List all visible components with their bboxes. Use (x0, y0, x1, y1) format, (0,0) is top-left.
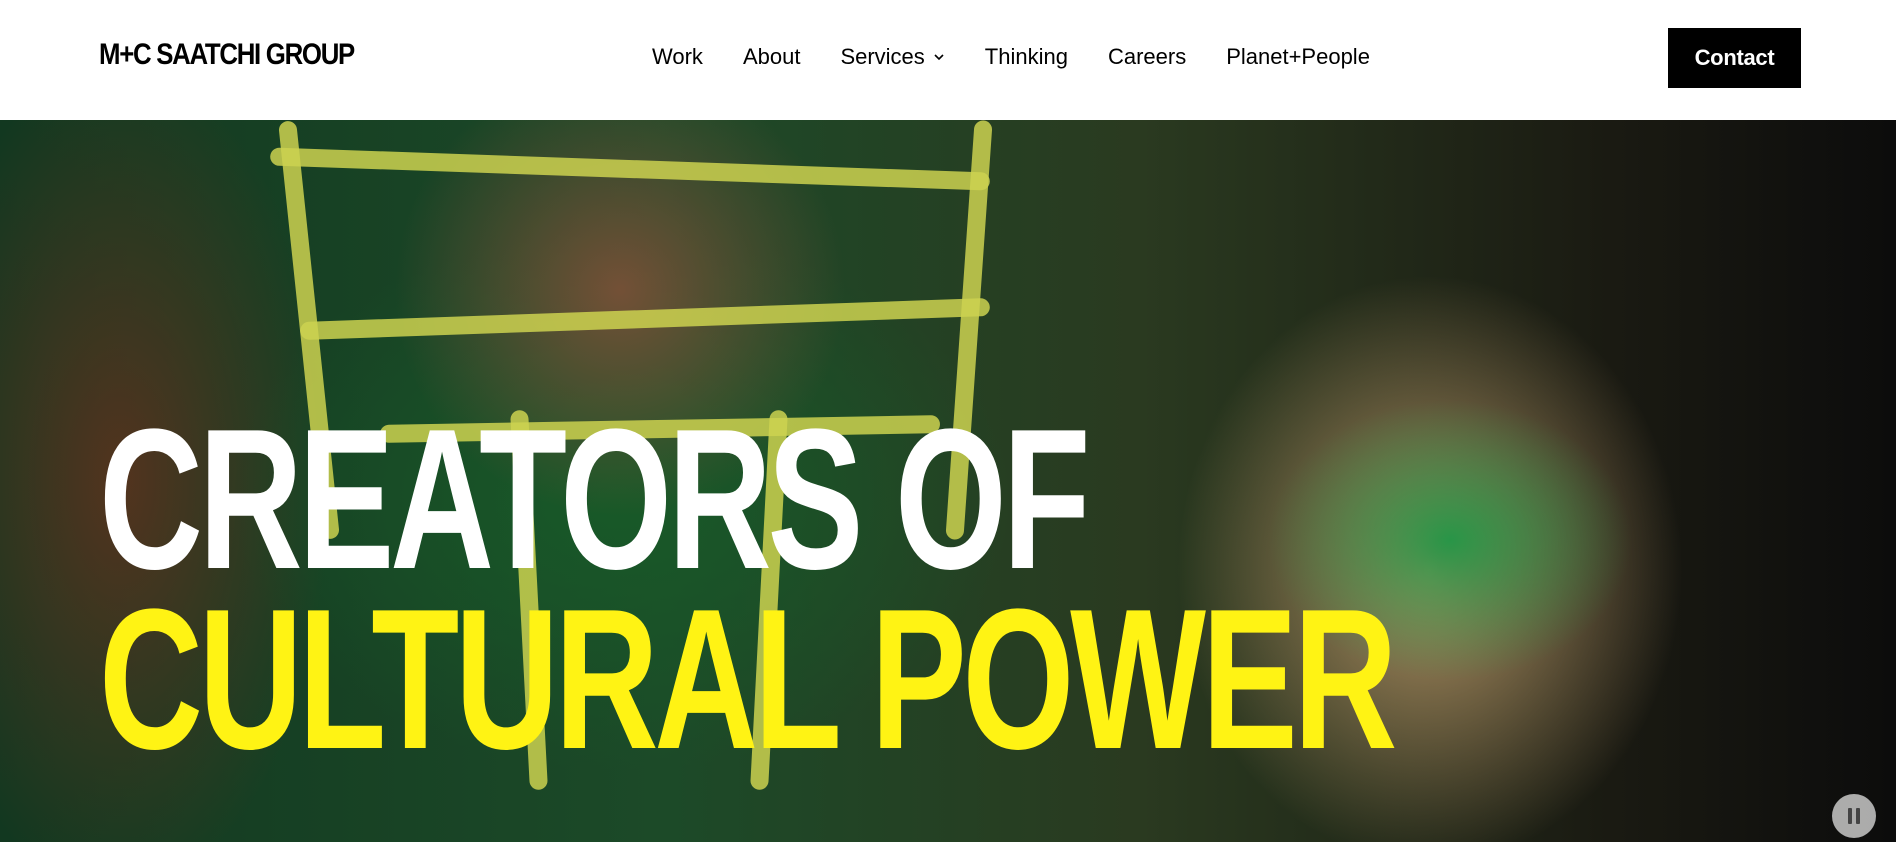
nav-label: Careers (1107, 44, 1187, 69)
nav-label: Planet+People (1226, 44, 1370, 69)
headline-line-1: CREATORS OF (99, 388, 1091, 611)
nav-about[interactable]: About (743, 44, 801, 70)
pause-bar (1856, 808, 1860, 824)
helmet-mask-bar (269, 147, 991, 191)
nav-label: About (742, 44, 801, 69)
site-header: M+C SAATCHI GROUP Work About Services Th… (0, 0, 1896, 120)
nav-thinking[interactable]: Thinking (985, 44, 1068, 70)
headline-line-2: CULTURAL POWER (99, 568, 1397, 791)
nav-planet-people[interactable]: Planet+People (1226, 44, 1370, 70)
nav-label: Work (652, 44, 703, 69)
nav-careers[interactable]: Careers (1108, 44, 1186, 70)
nav-work[interactable]: Work (652, 44, 703, 70)
nav-services[interactable]: Services (840, 44, 944, 70)
pause-icon[interactable] (1832, 794, 1876, 838)
nav-label: Thinking (984, 44, 1068, 69)
nav-label: Services (840, 44, 925, 69)
chevron-down-icon (934, 54, 944, 61)
contact-button[interactable]: Contact (1668, 28, 1801, 88)
hero-headline: CREATORS OF CULTURAL POWER (99, 388, 1397, 791)
pause-bar (1848, 808, 1852, 824)
helmet-mask-bar (299, 297, 991, 341)
main-nav: Work About Services Thinking Careers Pla… (652, 44, 1370, 70)
logo[interactable]: M+C SAATCHI GROUP (99, 38, 355, 72)
hero-video: CREATORS OF CULTURAL POWER (0, 120, 1896, 842)
